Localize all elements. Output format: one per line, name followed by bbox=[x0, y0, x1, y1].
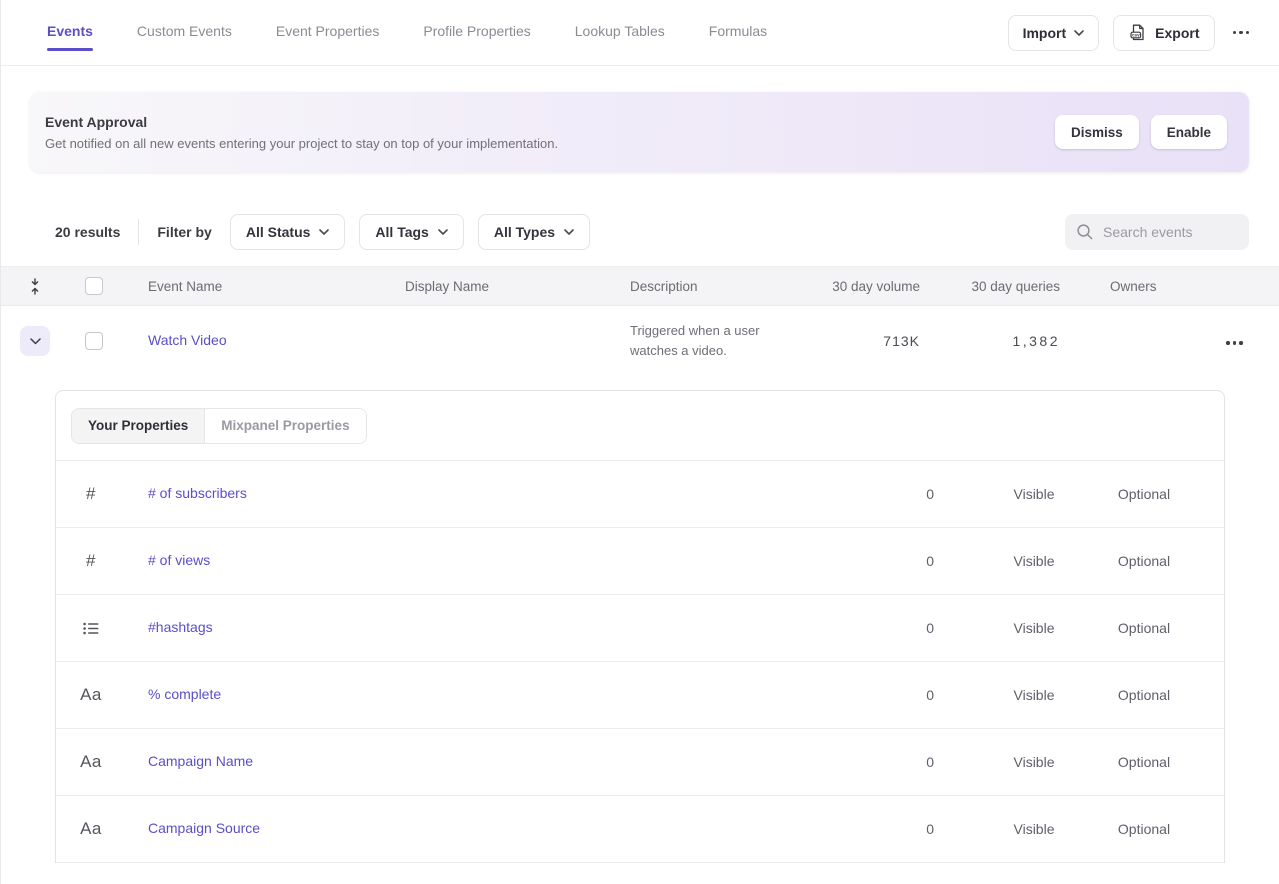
export-button[interactable]: csv Export bbox=[1113, 15, 1214, 51]
all-tags-dropdown[interactable]: All Tags bbox=[359, 214, 463, 250]
property-count: 0 bbox=[824, 486, 934, 502]
filter-by-label: Filter by bbox=[157, 224, 211, 240]
property-name-link[interactable]: % complete bbox=[126, 686, 221, 702]
tab-custom-events[interactable]: Custom Events bbox=[137, 17, 232, 49]
lexicon-tabs: Events Custom Events Event Properties Pr… bbox=[47, 17, 1008, 49]
property-requirement: Optional bbox=[1064, 687, 1224, 703]
property-visibility: Visible bbox=[934, 754, 1064, 770]
property-visibility: Visible bbox=[934, 821, 1064, 837]
property-name-link[interactable]: # of subscribers bbox=[126, 485, 247, 501]
property-requirement: Optional bbox=[1064, 620, 1224, 636]
property-count: 0 bbox=[824, 553, 934, 569]
all-tags-label: All Tags bbox=[375, 224, 428, 240]
property-count: 0 bbox=[824, 687, 934, 703]
chevron-down-icon bbox=[30, 338, 41, 345]
column-event-name: Event Name bbox=[118, 279, 405, 294]
chevron-down-icon bbox=[1074, 30, 1084, 36]
property-name-link[interactable]: Campaign Source bbox=[126, 820, 260, 836]
property-requirement: Optional bbox=[1064, 486, 1224, 502]
banner-title: Event Approval bbox=[45, 114, 558, 130]
event-table-header: Event Name Display Name Description 30 d… bbox=[0, 266, 1279, 306]
property-count: 0 bbox=[824, 821, 934, 837]
banner-subtitle: Get notified on all new events entering … bbox=[45, 136, 558, 151]
column-display-name: Display Name bbox=[405, 279, 630, 294]
column-queries: 30 day queries bbox=[920, 279, 1060, 294]
property-requirement: Optional bbox=[1064, 553, 1224, 569]
enable-button[interactable]: Enable bbox=[1151, 115, 1227, 149]
svg-text:csv: csv bbox=[1132, 33, 1140, 38]
property-requirement: Optional bbox=[1064, 754, 1224, 770]
all-status-dropdown[interactable]: All Status bbox=[230, 214, 346, 250]
tab-lookup-tables[interactable]: Lookup Tables bbox=[575, 17, 665, 49]
top-navigation: Events Custom Events Event Properties Pr… bbox=[0, 0, 1279, 66]
property-visibility: Visible bbox=[934, 553, 1064, 569]
tab-event-properties[interactable]: Event Properties bbox=[276, 17, 380, 49]
text-icon: Aa bbox=[56, 819, 126, 839]
text-icon: Aa bbox=[56, 752, 126, 772]
divider bbox=[138, 219, 139, 245]
property-name-link[interactable]: # of views bbox=[126, 552, 210, 568]
all-types-label: All Types bbox=[494, 224, 555, 240]
tab-your-properties[interactable]: Your Properties bbox=[72, 409, 205, 443]
dismiss-button[interactable]: Dismiss bbox=[1055, 115, 1139, 149]
select-all-checkbox[interactable] bbox=[85, 277, 103, 295]
event-queries: 1,382 bbox=[920, 333, 1060, 349]
property-row: Aa Campaign Source 0 Visible Optional bbox=[56, 796, 1224, 863]
export-button-label: Export bbox=[1155, 25, 1199, 41]
tab-events[interactable]: Events bbox=[47, 17, 93, 49]
properties-panel: Your Properties Mixpanel Properties # # … bbox=[55, 390, 1225, 863]
row-more-menu-button[interactable] bbox=[1222, 335, 1247, 351]
property-name-link[interactable]: Campaign Name bbox=[126, 753, 253, 769]
chevron-down-icon bbox=[438, 229, 448, 235]
column-volume: 30 day volume bbox=[820, 279, 920, 294]
property-visibility: Visible bbox=[934, 620, 1064, 636]
all-status-label: All Status bbox=[246, 224, 311, 240]
event-row-watch-video: Watch Video Triggered when a user watche… bbox=[0, 306, 1279, 376]
window-edge bbox=[0, 0, 1, 884]
hash-icon: # bbox=[56, 551, 126, 571]
property-row: Aa % complete 0 Visible Optional bbox=[56, 662, 1224, 729]
event-name-link[interactable]: Watch Video bbox=[148, 332, 227, 348]
column-owners: Owners bbox=[1060, 279, 1200, 294]
property-count: 0 bbox=[824, 754, 934, 770]
tab-mixpanel-properties[interactable]: Mixpanel Properties bbox=[205, 409, 365, 443]
event-description: Triggered when a user watches a video. bbox=[630, 321, 820, 361]
property-row: Aa Campaign Name 0 Visible Optional bbox=[56, 729, 1224, 796]
csv-file-icon: csv bbox=[1128, 23, 1147, 42]
event-approval-banner: Event Approval Get notified on all new e… bbox=[30, 92, 1249, 172]
property-name-link[interactable]: #hashtags bbox=[126, 619, 213, 635]
more-menu-button[interactable] bbox=[1229, 25, 1254, 41]
tab-formulas[interactable]: Formulas bbox=[709, 17, 767, 49]
search-icon bbox=[1076, 223, 1094, 241]
properties-tab-group: Your Properties Mixpanel Properties bbox=[71, 408, 367, 444]
text-icon: Aa bbox=[56, 685, 126, 705]
row-expander-button[interactable] bbox=[20, 326, 50, 356]
import-button[interactable]: Import bbox=[1008, 15, 1100, 51]
property-row: #hashtags 0 Visible Optional bbox=[56, 595, 1224, 662]
property-count: 0 bbox=[824, 620, 934, 636]
chevron-down-icon bbox=[564, 229, 574, 235]
collapse-rows-icon[interactable] bbox=[0, 278, 70, 295]
hash-icon: # bbox=[56, 484, 126, 504]
row-checkbox[interactable] bbox=[85, 332, 103, 350]
column-description: Description bbox=[630, 279, 820, 294]
property-visibility: Visible bbox=[934, 687, 1064, 703]
property-visibility: Visible bbox=[934, 486, 1064, 502]
property-row: # # of views 0 Visible Optional bbox=[56, 528, 1224, 595]
list-icon bbox=[56, 622, 126, 635]
property-requirement: Optional bbox=[1064, 821, 1224, 837]
tab-profile-properties[interactable]: Profile Properties bbox=[423, 17, 530, 49]
import-button-label: Import bbox=[1023, 25, 1067, 41]
event-volume: 713K bbox=[820, 333, 920, 349]
results-count: 20 results bbox=[55, 224, 120, 240]
property-row: # # of subscribers 0 Visible Optional bbox=[56, 461, 1224, 528]
chevron-down-icon bbox=[319, 229, 329, 235]
filter-bar: 20 results Filter by All Status All Tags… bbox=[55, 214, 1249, 250]
all-types-dropdown[interactable]: All Types bbox=[478, 214, 590, 250]
